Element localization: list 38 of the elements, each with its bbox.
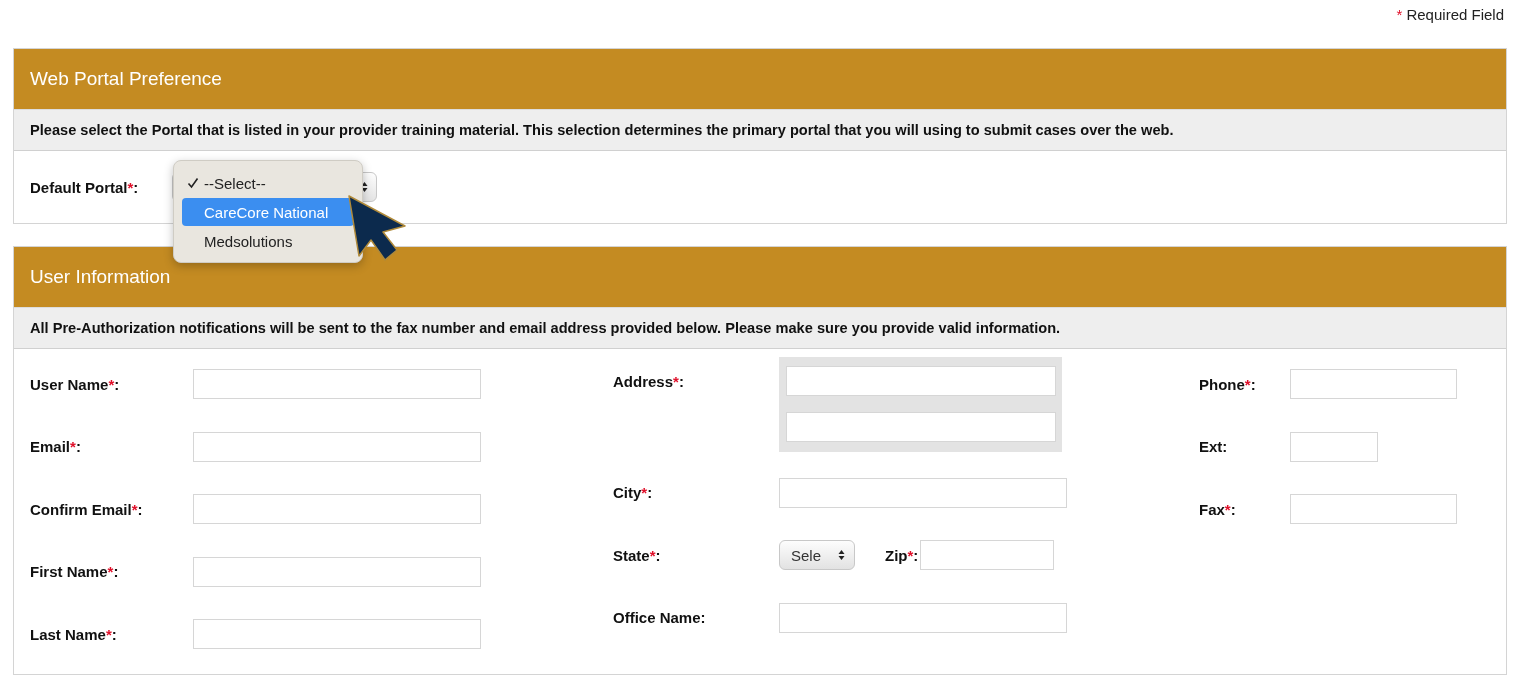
field-label: Address*: [613, 372, 685, 390]
input-field[interactable] [786, 366, 1056, 396]
field-label: Default Portal*: [30, 178, 140, 196]
input-field[interactable] [920, 540, 1055, 571]
required-field-note: * Required Field [1396, 6, 1504, 23]
field-label: User Name*: [30, 375, 121, 393]
field-label: Email*: [30, 438, 82, 456]
field-label: Confirm Email*: [30, 500, 144, 518]
input-field[interactable] [193, 619, 481, 650]
input-field[interactable] [779, 477, 1067, 508]
field-label: Ext: [1199, 438, 1229, 456]
field-label: First Name*: [30, 563, 120, 581]
notice-text: Please select the Portal that is listed in your provider training material. This selection determines the primary portal that you will using to submit cases over the web. [30, 122, 1174, 138]
dropdown-option[interactable]: Medsolutions [182, 227, 354, 255]
input-field[interactable] [193, 556, 481, 587]
field-label: City*: [613, 484, 654, 502]
input-field[interactable] [193, 494, 481, 525]
input-field[interactable] [779, 602, 1067, 633]
section-title: Web Portal Preference [30, 68, 222, 90]
field-label: Phone*: [1199, 375, 1257, 393]
field-label: Fax*: [1199, 500, 1237, 518]
input-field[interactable] [786, 412, 1056, 442]
updown-arrows-icon [361, 181, 368, 193]
field-label: Office Name: [613, 609, 707, 627]
input-field[interactable] [1290, 431, 1378, 462]
field-label: Zip*: [885, 546, 919, 564]
section-title: User Information [30, 266, 171, 288]
field-label: State*: [613, 546, 662, 564]
input-field[interactable] [1290, 494, 1457, 525]
state-select[interactable]: Sele [779, 540, 855, 571]
input-field[interactable] [193, 431, 481, 462]
updown-arrows-icon [838, 549, 845, 562]
input-field[interactable] [193, 369, 481, 400]
pointer-cursor-icon [347, 194, 407, 262]
dropdown-option[interactable]: --Select-- [182, 169, 354, 197]
notice-text: All Pre-Authorization notifications will be sent to the fax number and email address provided below. Please make sure you provide valid information. [30, 320, 1061, 336]
field-label: Last Name*: [30, 625, 118, 643]
input-field[interactable] [1290, 369, 1457, 400]
